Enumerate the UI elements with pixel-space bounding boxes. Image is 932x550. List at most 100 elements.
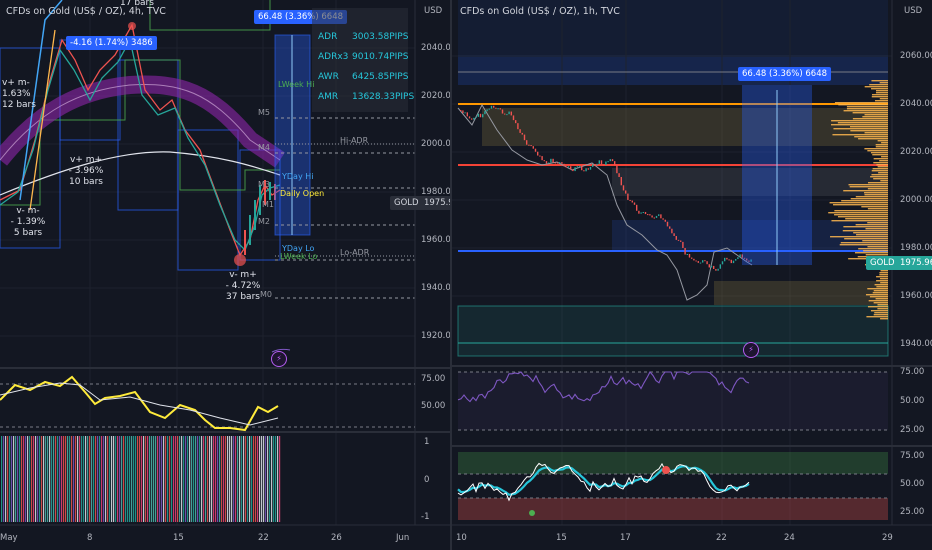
stoch-tick: 25.00 bbox=[900, 507, 925, 517]
volume-profile-bar bbox=[871, 96, 888, 98]
volume-profile-bar bbox=[840, 242, 888, 244]
stat-value: 9010.74PIPS bbox=[352, 52, 409, 62]
candle bbox=[693, 258, 695, 261]
candle bbox=[587, 168, 589, 170]
date-tick: 22 bbox=[258, 533, 269, 543]
candle bbox=[721, 261, 724, 265]
stat-value: 13628.33PIPS bbox=[352, 92, 415, 102]
candle bbox=[704, 260, 706, 262]
rsi-tick: 50.00 bbox=[900, 396, 925, 406]
chart-pane-4h[interactable]: CFDs on Gold (US$ / OZ), 4h, TVC USD 204… bbox=[0, 0, 450, 550]
swing-label-line: v- m+ bbox=[229, 270, 257, 280]
level-m2: M2 bbox=[258, 217, 270, 226]
chart-pane-1h[interactable]: CFDs on Gold (US$ / OZ), 1h, TVC USD 206… bbox=[452, 0, 932, 550]
candle bbox=[561, 162, 563, 164]
candle bbox=[488, 108, 490, 110]
candle bbox=[508, 111, 510, 115]
level-hi-adr: Hi-ADR bbox=[340, 136, 369, 145]
oscillator-bar bbox=[117, 436, 119, 522]
right-chart-canvas[interactable] bbox=[452, 0, 932, 550]
oscillator-bar bbox=[55, 436, 57, 522]
candle bbox=[537, 151, 539, 156]
price-tick: 1980.00 bbox=[900, 243, 932, 253]
oscillator-bar bbox=[71, 436, 73, 522]
oscillator-bar bbox=[225, 436, 227, 522]
currency-label: USD bbox=[424, 6, 443, 16]
level-daily-open: Daily Open bbox=[280, 189, 325, 198]
oscillator-bar bbox=[241, 436, 243, 522]
candle bbox=[581, 166, 583, 171]
oscillator-bar bbox=[169, 436, 171, 522]
volume-profile-bar bbox=[865, 294, 888, 296]
volume-profile-bar bbox=[833, 204, 888, 206]
volume-profile-bar bbox=[874, 312, 888, 314]
candle bbox=[534, 148, 537, 152]
candle bbox=[554, 162, 556, 164]
gold-price: 1975.96 bbox=[423, 198, 450, 208]
oscillator-bar bbox=[271, 436, 273, 522]
volume-profile-bar bbox=[852, 118, 888, 120]
oscillator-bar bbox=[3, 436, 5, 522]
price-tick: 2020.00 bbox=[421, 91, 450, 101]
oscillator-bar bbox=[105, 436, 107, 522]
volume-profile-bar bbox=[877, 166, 888, 168]
volume-profile-bar bbox=[855, 224, 888, 226]
candle bbox=[653, 217, 655, 219]
swing-label-line: 5 bars bbox=[13, 228, 43, 238]
candle bbox=[563, 163, 565, 167]
level-m0: M0 bbox=[260, 290, 272, 299]
volume-profile-bar bbox=[864, 86, 888, 88]
volume-profile-bar bbox=[867, 188, 888, 190]
oscillator-bar bbox=[183, 436, 185, 522]
volume-profile-bar bbox=[879, 160, 888, 162]
candle bbox=[684, 247, 686, 255]
bolt-icon[interactable]: ⚡ bbox=[743, 342, 759, 358]
oscillator-bar bbox=[37, 436, 39, 522]
candle bbox=[578, 166, 581, 168]
candle bbox=[493, 105, 495, 108]
oscillator-bar bbox=[91, 436, 93, 522]
volume-profile-bar bbox=[881, 156, 888, 158]
stat-name: ADRx3 bbox=[318, 52, 349, 62]
oscillator-bar bbox=[93, 436, 95, 522]
oscillator-bar bbox=[245, 436, 247, 522]
rsi-tick: 50.00 bbox=[421, 401, 446, 411]
volume-profile-bar bbox=[873, 178, 888, 180]
oscillator-bar bbox=[201, 436, 203, 522]
volume-profile-bar bbox=[871, 88, 888, 90]
oscillator-bar bbox=[273, 436, 275, 522]
oscillator-bar bbox=[31, 436, 33, 522]
measure-label: 66.48 (3.36%) 6648 bbox=[738, 67, 832, 81]
volume-profile-bar bbox=[862, 240, 888, 242]
volume-profile-bar bbox=[862, 116, 888, 118]
candle bbox=[614, 161, 616, 166]
volume-profile-bar bbox=[870, 176, 888, 178]
oscillator-bar bbox=[217, 436, 219, 522]
volume-profile-bar bbox=[849, 186, 888, 188]
stoch-tick: 75.00 bbox=[900, 451, 925, 461]
volume-profile-bar bbox=[833, 128, 888, 130]
candle bbox=[673, 233, 675, 237]
volume-profile-bar bbox=[871, 170, 888, 172]
candle bbox=[565, 166, 567, 168]
candle bbox=[728, 259, 730, 261]
candle bbox=[737, 257, 739, 260]
oscillator-bar bbox=[173, 436, 175, 522]
oscillator-bar bbox=[73, 436, 75, 522]
volume-profile-bar bbox=[869, 84, 888, 86]
gold-symbol: GOLD bbox=[394, 198, 419, 208]
volume-profile-bar bbox=[876, 286, 888, 288]
candle bbox=[530, 145, 532, 147]
oscillator-bar bbox=[247, 436, 249, 522]
price-tick: 1940.00 bbox=[900, 339, 932, 349]
volume-profile-bar bbox=[864, 114, 888, 116]
candle bbox=[625, 190, 627, 194]
volume-profile-bar bbox=[867, 222, 888, 224]
oscillator-bar bbox=[77, 436, 79, 522]
bolt-icon[interactable]: ⚡ bbox=[271, 351, 287, 367]
oscillator-bar bbox=[127, 436, 129, 522]
candle bbox=[539, 155, 541, 157]
volume-profile-bar bbox=[850, 130, 888, 132]
oscillator-bar bbox=[143, 436, 145, 522]
candle bbox=[715, 269, 717, 271]
